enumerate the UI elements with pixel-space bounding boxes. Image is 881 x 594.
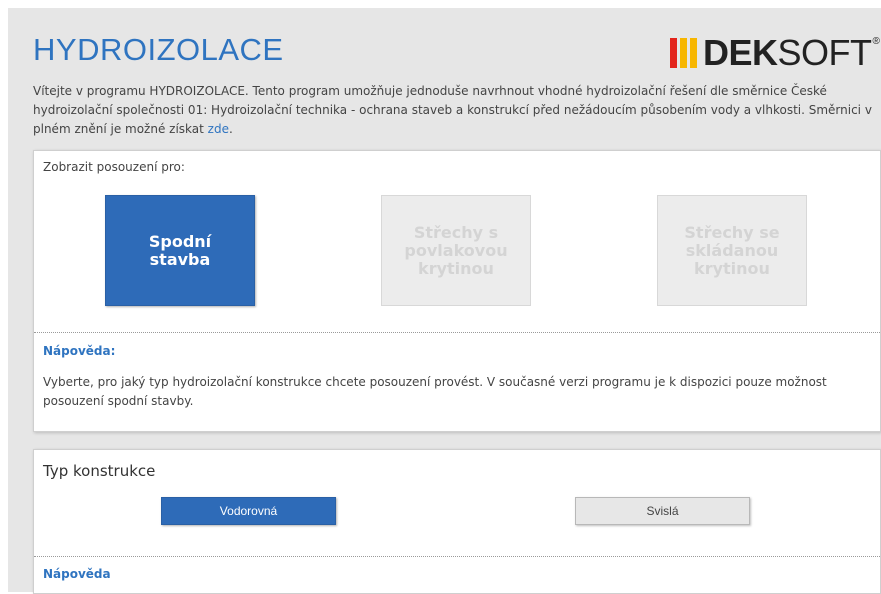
tile-strechy-povlakova[interactable]: Střechy s povlakovou krytinou xyxy=(381,195,531,306)
app-title: HYDROIZOLACE xyxy=(33,32,284,67)
typ-help-title: Nápověda xyxy=(43,567,111,581)
deksoft-logo: DEKSOFT® xyxy=(670,32,880,73)
tile-strechy-skladana[interactable]: Střechy se skládanou krytinou xyxy=(657,195,807,306)
intro-trailing: . xyxy=(228,122,233,136)
intro-text: Vítejte v programu HYDROIZOLACE. Tento p… xyxy=(33,84,872,136)
vodorovna-button[interactable]: Vodorovná xyxy=(161,497,336,525)
posouzeni-help-title: Nápověda: xyxy=(43,344,116,358)
posouzeni-divider xyxy=(34,332,880,333)
posouzeni-help-text: Vyberte, pro jaký typ hydroizolační kons… xyxy=(43,375,827,408)
typ-divider xyxy=(34,556,880,557)
logo-text: DEKSOFT® xyxy=(703,32,880,73)
tile-spodni-stavba[interactable]: Spodní stavba xyxy=(105,195,255,306)
posouzeni-label: Zobrazit posouzení pro: xyxy=(43,160,185,174)
logo-bars-icon xyxy=(670,38,697,68)
logo-text-bold: DEK xyxy=(703,32,778,73)
logo-bar-yellow-2 xyxy=(690,38,697,68)
logo-registered-mark: ® xyxy=(872,36,880,47)
intro-paragraph: Vítejte v programu HYDROIZOLACE. Tento p… xyxy=(33,82,881,139)
app-canvas: HYDROIZOLACE DEKSOFT® Vítejte v programu… xyxy=(8,8,881,594)
typ-konstrukce-title: Typ konstrukce xyxy=(43,462,156,480)
logo-bar-red xyxy=(670,38,677,68)
typ-konstrukce-panel: Typ konstrukce Vodorovná Svislá Nápověda xyxy=(33,449,881,594)
svisla-button[interactable]: Svislá xyxy=(575,497,750,525)
posouzeni-panel: Zobrazit posouzení pro: Spodní stavba St… xyxy=(33,150,881,432)
logo-bar-yellow-1 xyxy=(680,38,687,68)
intro-link-zde[interactable]: zde xyxy=(208,122,229,136)
logo-text-regular: SOFT xyxy=(777,32,873,73)
